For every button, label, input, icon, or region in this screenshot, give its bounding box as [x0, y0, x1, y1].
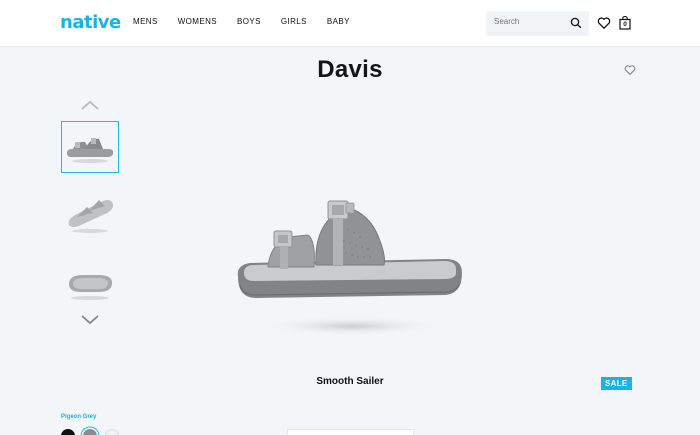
nav-boys[interactable]: BOYS — [237, 17, 261, 26]
site-header: native MENS WOMENS BOYS GIRLS BABY 0 — [0, 0, 700, 47]
sandal-angle-thumbnail — [68, 200, 114, 233]
size-selector[interactable] — [287, 429, 414, 435]
thumbnail-sole-view[interactable] — [61, 256, 119, 308]
sandal-side-thumbnail — [67, 138, 114, 163]
cart-button[interactable]: 0 — [619, 15, 631, 30]
nav-girls[interactable]: GIRLS — [281, 17, 307, 26]
nav-womens[interactable]: WOMENS — [178, 17, 217, 26]
sandal-main-illustration — [237, 200, 462, 336]
product-favorite-icon[interactable] — [624, 64, 636, 76]
search-box — [486, 11, 589, 36]
search-icon[interactable] — [570, 17, 582, 29]
main-product-image[interactable] — [230, 195, 470, 345]
sale-badge: SALE — [601, 377, 632, 390]
nav-mens[interactable]: MENS — [133, 17, 158, 26]
native-logo[interactable]: native — [60, 12, 121, 33]
thumbnail-down-arrow-icon[interactable] — [80, 314, 100, 326]
wishlist-heart-icon[interactable] — [597, 16, 611, 30]
product-title: Davis — [317, 56, 383, 83]
thumbnail-up-arrow-icon[interactable] — [80, 99, 100, 111]
cart-count: 0 — [623, 21, 627, 28]
main-nav: MENS WOMENS BOYS GIRLS BABY — [133, 17, 370, 26]
thumbnail-angle-view[interactable] — [61, 186, 119, 238]
color-swatch-white[interactable] — [105, 429, 119, 435]
color-swatch-pigeon-grey[interactable] — [83, 429, 97, 435]
search-input[interactable] — [494, 17, 569, 26]
variant-name: Smooth Sailer — [316, 376, 384, 387]
thumbnail-side-view[interactable] — [61, 121, 119, 173]
sandal-sole-thumbnail — [69, 275, 113, 300]
nav-baby[interactable]: BABY — [327, 17, 350, 26]
color-swatch-black[interactable] — [61, 429, 75, 435]
selected-color-label: Pigeon Grey — [61, 414, 97, 420]
